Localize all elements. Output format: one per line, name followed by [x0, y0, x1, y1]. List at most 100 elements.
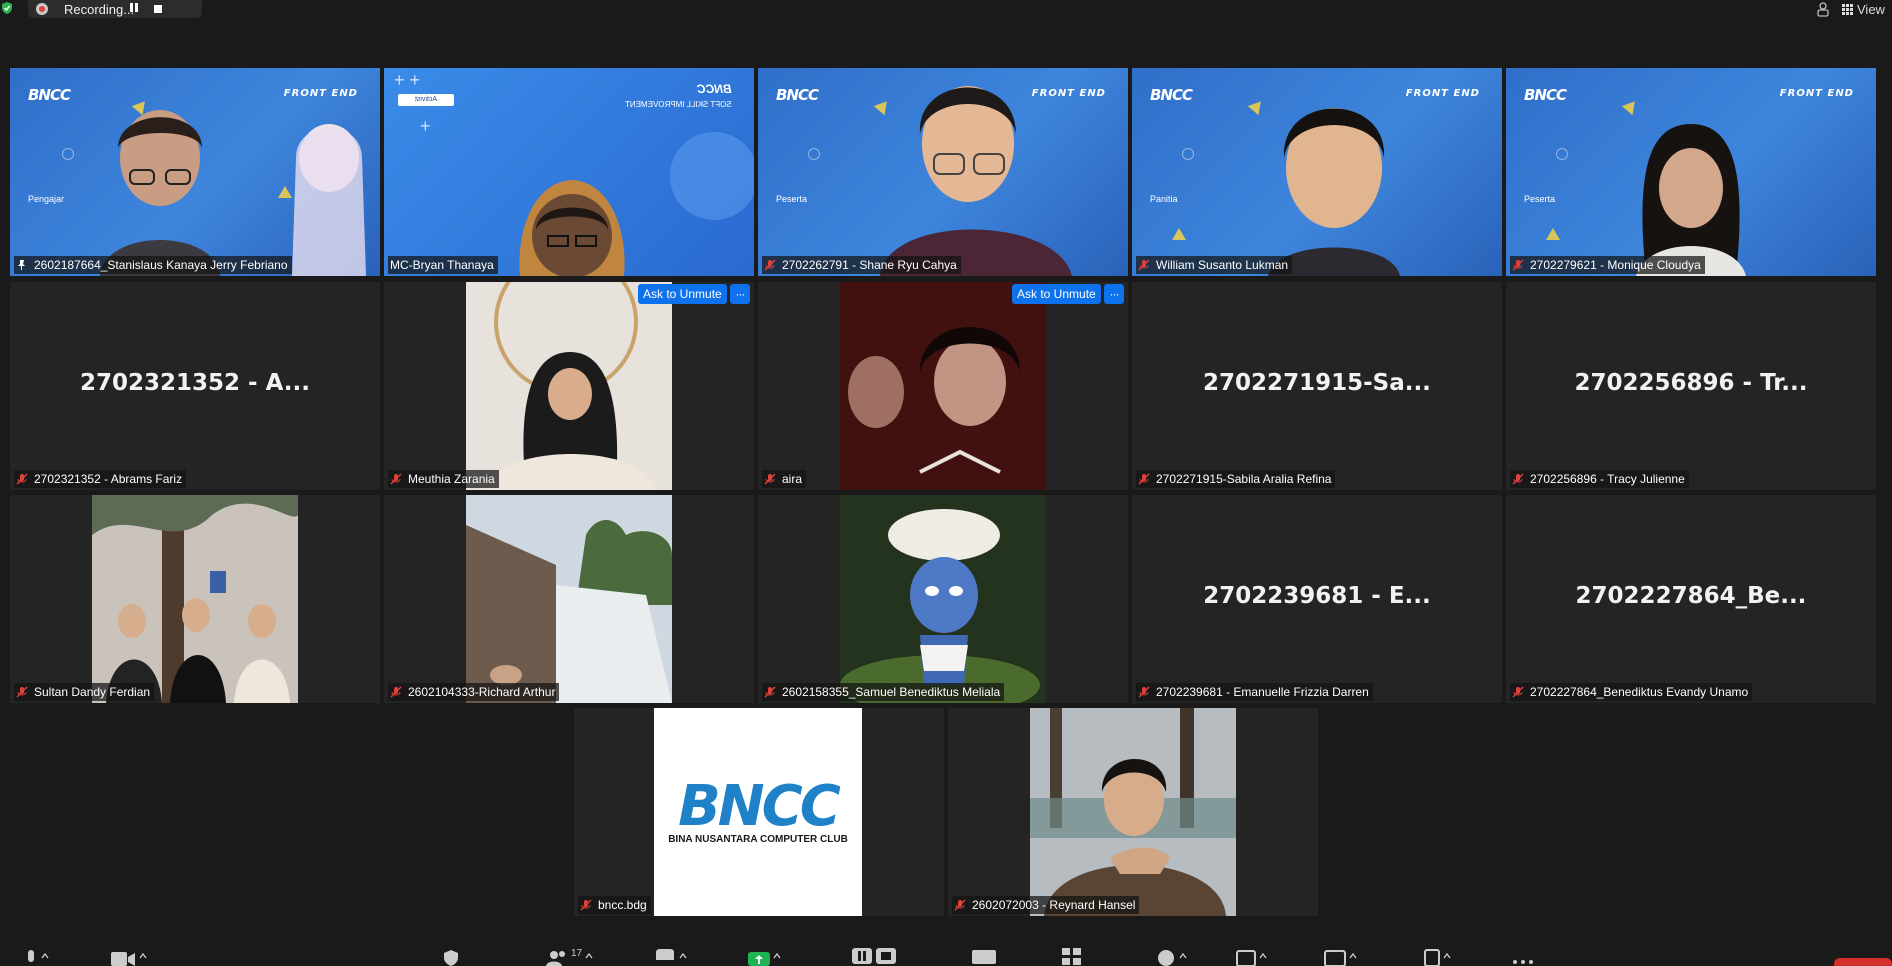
video-tile[interactable]: 2602158355_Samuel Benediktus Meliala: [758, 495, 1128, 703]
video-tile[interactable]: 2702321352 - A... 2702321352 - Abrams Fa…: [10, 282, 380, 490]
reactions-button[interactable]: [1156, 948, 1187, 966]
more-options-button[interactable]: ···: [1104, 284, 1124, 304]
video-tile[interactable]: 2702239681 - E... 2702239681 - Emanuelle…: [1132, 495, 1502, 703]
video-tile[interactable]: BNCC FRONT END Peserta 2702262791 - Shan…: [758, 68, 1128, 276]
chevron-up-icon[interactable]: [41, 952, 49, 960]
muted-microphone-icon: [1138, 473, 1150, 485]
participant-name: Sultan Dandy Ferdian: [34, 685, 151, 699]
video-tile[interactable]: Ask to Unmute ··· Meuthia Zarania: [384, 282, 754, 490]
participant-name: 2602187664_Stanislaus Kanaya Jerry Febri…: [34, 258, 288, 272]
ask-to-unmute-button[interactable]: Ask to Unmute: [638, 284, 727, 304]
chevron-up-icon[interactable]: [679, 952, 687, 960]
participants-button[interactable]: 17: [546, 948, 593, 966]
participant-name: aira: [782, 472, 803, 486]
top-bar: Recording... View: [0, 0, 1892, 26]
video-button[interactable]: [110, 948, 147, 966]
chevron-up-icon[interactable]: [1179, 952, 1187, 960]
video-tile[interactable]: 2702256896 - Tr... 2702256896 - Tracy Ju…: [1506, 282, 1876, 490]
captions-button[interactable]: [972, 948, 996, 966]
video-tile[interactable]: BNCC FRONT END Panitia William Susanto L…: [1132, 68, 1502, 276]
participant-name: 2602104333-Richard Arthur: [408, 685, 556, 699]
video-tile[interactable]: Ask to Unmute ··· aira: [758, 282, 1128, 490]
whiteboard-button[interactable]: [1236, 948, 1267, 966]
recording-label: Recording...: [64, 1, 135, 17]
chevron-up-icon[interactable]: [773, 952, 781, 960]
video-tile[interactable]: 2702227864_Be... 2702227864_Benediktus E…: [1506, 495, 1876, 703]
bncc-logo-subtitle: BINA NUSANTARA COMPUTER CLUB: [668, 834, 848, 845]
captions-icon: [972, 950, 996, 964]
activist-badge: Activist: [398, 94, 454, 106]
apps-button[interactable]: [1062, 948, 1082, 966]
video-tile[interactable]: BNCC BINA NUSANTARA COMPUTER CLUB bncc.b…: [574, 708, 944, 916]
muted-microphone-icon: [764, 473, 776, 485]
participant-name: 2702227864_Benediktus Evandy Unamo: [1530, 685, 1749, 699]
video-tile[interactable]: + + + Activist BNCC SOFT SKILL IMPROVEME…: [384, 68, 754, 276]
participant-photo: [840, 495, 1046, 703]
soft-skill-title: SOFT SKILL IMPROVEMENT: [625, 100, 732, 109]
pause-share-button[interactable]: [852, 948, 900, 966]
reactions-icon: [1158, 950, 1174, 966]
share-screen-icon: [748, 952, 770, 966]
video-tile[interactable]: Sultan Dandy Ferdian: [10, 495, 380, 703]
muted-microphone-icon: [580, 899, 592, 911]
ask-to-unmute-button[interactable]: Ask to Unmute: [1012, 284, 1101, 304]
participant-name-bar: 2702279621 - Monique Cloudya: [1510, 256, 1705, 274]
view-label: View: [1857, 1, 1885, 17]
muted-microphone-icon: [16, 473, 28, 485]
muted-microphone-icon: [390, 686, 402, 698]
encryption-shield-icon[interactable]: [0, 1, 14, 15]
muted-microphone-icon: [764, 686, 776, 698]
chevron-up-icon[interactable]: [1349, 952, 1357, 960]
participant-name: Meuthia Zarania: [408, 472, 495, 486]
participant-placeholder-name: 2702321352 - A...: [79, 370, 311, 396]
front-end-label: FRONT END: [283, 88, 358, 99]
participant-name-bar: 2602158355_Samuel Benediktus Meliala: [762, 683, 1005, 701]
participant-photo: [466, 282, 672, 490]
pause-recording-button[interactable]: [128, 3, 140, 15]
end-meeting-button[interactable]: [1834, 958, 1892, 966]
rooms-icon: [1324, 950, 1346, 966]
participant-video: [519, 180, 625, 276]
role-label: Peserta: [1524, 194, 1556, 204]
recording-dot-icon: [36, 3, 48, 15]
chevron-up-icon[interactable]: [585, 952, 593, 960]
participant-photo: [92, 495, 298, 703]
front-end-label: FRONT END: [1405, 88, 1480, 99]
participant-name-bar: 2602187664_Stanislaus Kanaya Jerry Febri…: [14, 256, 292, 274]
participant-name-bar: Sultan Dandy Ferdian: [14, 683, 155, 701]
participant-name: 2702239681 - Emanuelle Frizzia Darren: [1156, 685, 1369, 699]
chevron-up-icon[interactable]: [1259, 952, 1267, 960]
participant-name-bar: William Susanto Lukman: [1136, 256, 1293, 274]
breakout-rooms-button[interactable]: [1324, 948, 1357, 966]
decor-circle: [670, 132, 754, 220]
video-tile[interactable]: 2602072003 - Reynard Hansel: [948, 708, 1318, 916]
mute-button[interactable]: [24, 948, 49, 966]
video-tile[interactable]: 2702271915-Sa... 2702271915-Sabila Arali…: [1132, 282, 1502, 490]
chevron-up-icon[interactable]: [139, 952, 147, 960]
more-button[interactable]: [1512, 948, 1534, 966]
participant-name: 2602158355_Samuel Benediktus Meliala: [782, 685, 1001, 699]
share-screen-button[interactable]: [748, 948, 781, 966]
recording-status-icon[interactable]: [1812, 0, 1834, 18]
stop-recording-button[interactable]: [152, 3, 164, 15]
participants-icon: [546, 951, 565, 966]
chat-button[interactable]: [654, 948, 687, 966]
participant-name-bar: bncc.bdg: [578, 896, 651, 914]
muted-microphone-icon: [764, 259, 776, 271]
participant-video: [1268, 108, 1400, 276]
more-options-button[interactable]: ···: [730, 284, 750, 304]
video-tile[interactable]: 2602104333-Richard Arthur: [384, 495, 754, 703]
soft-skill-brand: BNCC: [697, 82, 732, 96]
security-button[interactable]: [442, 948, 460, 966]
notes-button[interactable]: [1424, 948, 1451, 966]
participant-video: [100, 110, 220, 276]
participants-count: 17: [571, 948, 583, 959]
view-button[interactable]: View: [1842, 0, 1892, 18]
chevron-up-icon[interactable]: [1443, 952, 1451, 960]
video-tile[interactable]: BNCC FRONT END Peserta 2702279621 - Moni…: [1506, 68, 1876, 276]
bncc-logo: BNCC: [776, 86, 819, 104]
muted-microphone-icon: [1138, 259, 1150, 271]
video-tile[interactable]: BNCC FRONT END Pengajar 2602187664_Stani…: [10, 68, 380, 276]
muted-microphone-icon: [1512, 686, 1524, 698]
plus-decoration-icon: +: [420, 116, 431, 136]
